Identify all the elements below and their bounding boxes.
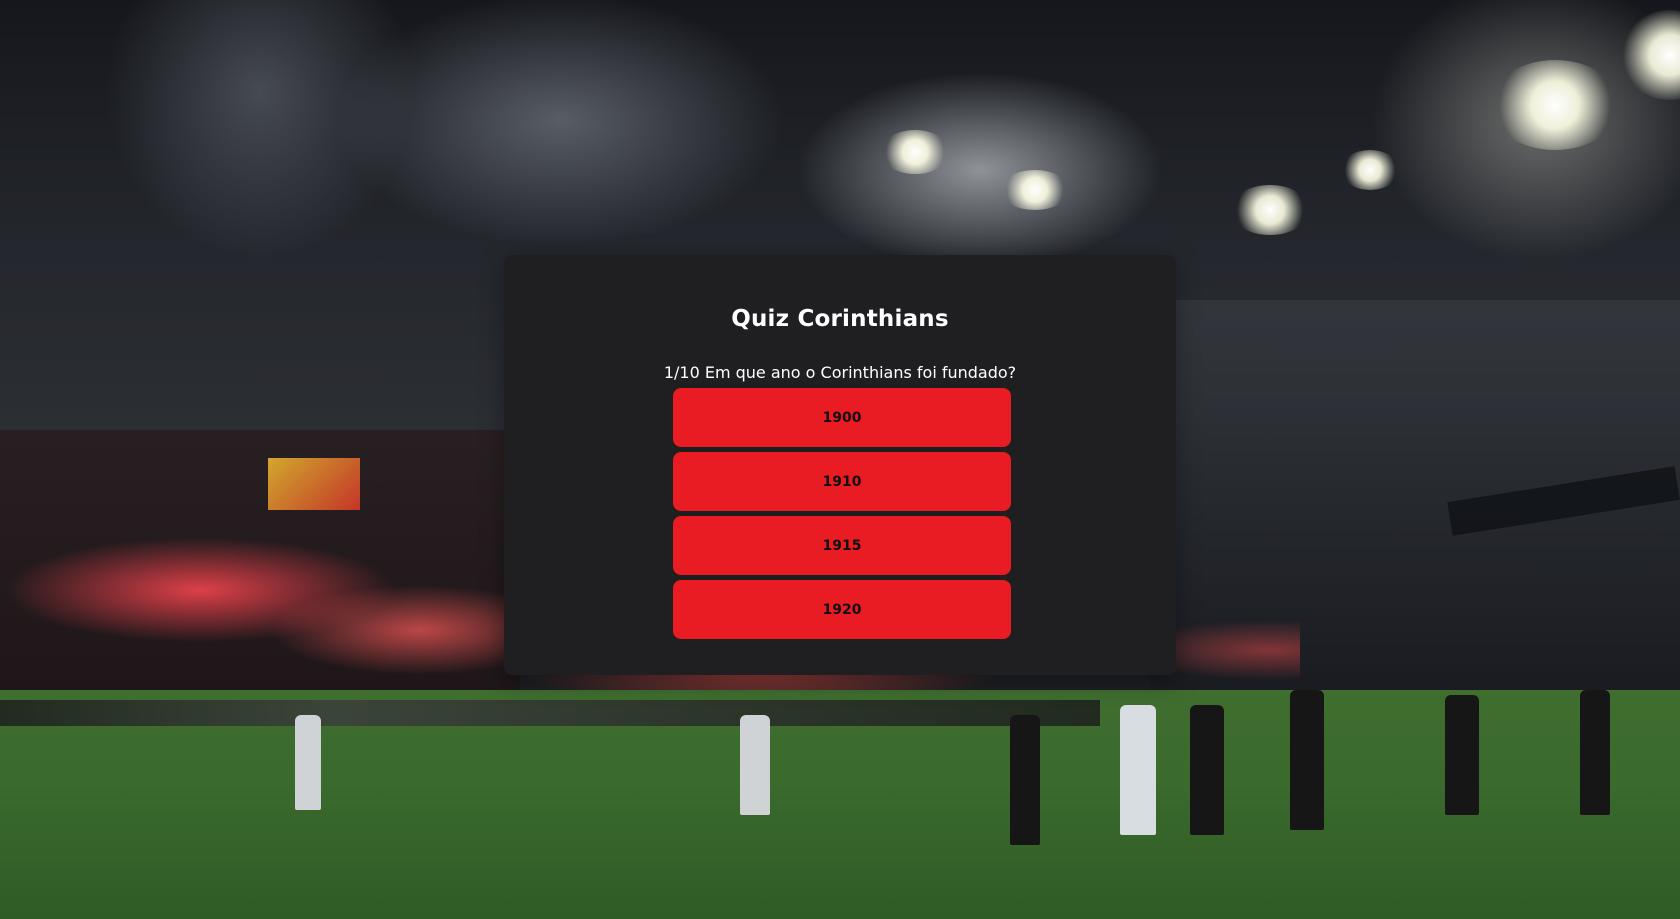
player-figure bbox=[295, 715, 321, 810]
player-figure bbox=[1010, 715, 1040, 845]
player-figure bbox=[1120, 705, 1156, 835]
floodlight bbox=[1000, 170, 1070, 210]
question-label: Em que ano o Corinthians foi fundado? bbox=[704, 363, 1017, 382]
floodlight bbox=[1230, 185, 1310, 235]
question-text: 1/10 Em que ano o Corinthians foi fundad… bbox=[0, 363, 1680, 382]
player-figure bbox=[1290, 690, 1324, 830]
floodlight bbox=[1340, 150, 1400, 190]
stadium-screen bbox=[268, 458, 360, 510]
player-figure bbox=[1190, 705, 1224, 835]
answer-button-1915[interactable]: 1915 bbox=[673, 516, 1011, 575]
answer-button-1920[interactable]: 1920 bbox=[673, 580, 1011, 639]
quiz-page: Quiz Corinthians 1/10 Em que ano o Corin… bbox=[0, 0, 1680, 919]
answer-list: 1900 1910 1915 1920 bbox=[673, 388, 1011, 644]
player-figure bbox=[1445, 695, 1479, 815]
floodlight bbox=[880, 130, 950, 174]
player-figure bbox=[1580, 690, 1610, 815]
player-figure bbox=[740, 715, 770, 815]
answer-button-1910[interactable]: 1910 bbox=[673, 452, 1011, 511]
advertising-board bbox=[0, 700, 1100, 726]
question-progress: 1/10 bbox=[663, 363, 700, 382]
floodlight bbox=[1490, 60, 1620, 150]
quiz-title: Quiz Corinthians bbox=[731, 306, 949, 332]
answer-button-1900[interactable]: 1900 bbox=[673, 388, 1011, 447]
